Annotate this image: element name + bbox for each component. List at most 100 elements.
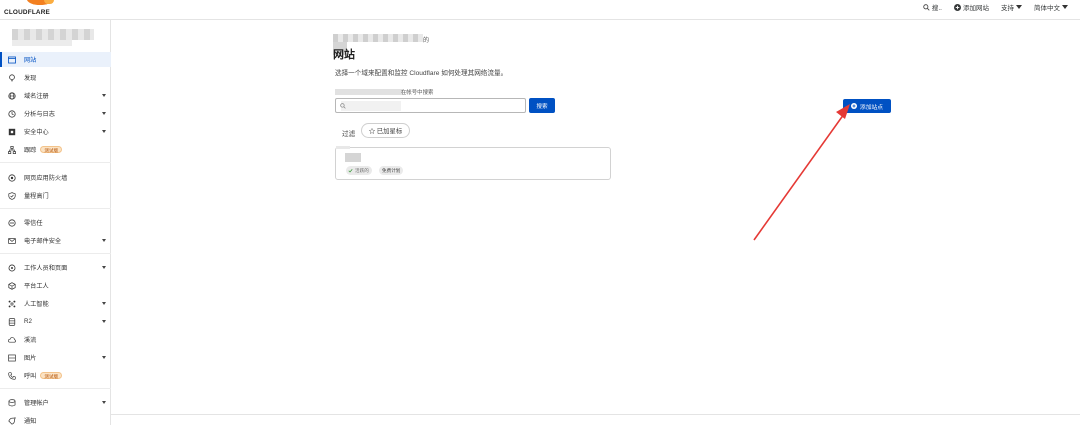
sidebar-item-label: 分析与日志: [24, 111, 55, 118]
check-icon: [348, 169, 353, 173]
chevron-down-icon: [102, 112, 106, 115]
add-site-button[interactable]: 添加站点: [843, 99, 891, 113]
starred-filter-label: 已加星标: [376, 128, 403, 135]
sidebar-item-label: 域名注册: [24, 93, 49, 100]
search-icon: [340, 103, 346, 109]
search-button[interactable]: 搜索: [529, 98, 555, 113]
sidebar-item-label: 发现: [24, 75, 37, 82]
firewall-icon: [8, 173, 16, 182]
logo-wordmark: CLOUDFLARE: [4, 9, 51, 16]
sidebar-item-label: 网页应用防火墙: [24, 175, 68, 182]
support-menu[interactable]: 支持: [1001, 2, 1022, 12]
sidebar-item-waf[interactable]: 网页应用防火墙: [0, 170, 111, 185]
lightbulb-icon: [8, 73, 16, 82]
chevron-down-icon: [102, 302, 106, 305]
search-hint: 在帐号中搜索: [401, 90, 434, 96]
chevron-down-icon: [102, 266, 106, 269]
sidebar-divider: [0, 208, 111, 209]
sidebar-divider: [0, 388, 111, 389]
top-search-label: 搜..: [931, 5, 942, 12]
network-icon: [8, 145, 16, 154]
search-icon: [923, 3, 930, 11]
account-name-redacted[interactable]: [12, 29, 94, 40]
chevron-down-icon: [1016, 5, 1022, 9]
top-actions: 搜.. 添加网站 支持 简体中文: [923, 0, 1080, 14]
sidebar-divider: [0, 162, 111, 163]
sidebar-item-label: 溪流: [24, 337, 37, 344]
site-search-input[interactable]: [335, 98, 526, 113]
add-site-label: 添加站点: [859, 104, 884, 111]
main-content: 的 网站 选择一个域来配置和监控 Cloudflare 如何处理其网络流量。 在…: [111, 20, 1080, 415]
browser-window-icon: [8, 56, 16, 64]
clock-icon: [8, 109, 16, 118]
top-add-site-label: 添加网站: [963, 5, 989, 12]
chevron-down-icon: [102, 401, 106, 404]
footer-divider: [111, 414, 1080, 415]
sidebar-item-label: 图片: [24, 355, 37, 362]
sidebar-item-ai[interactable]: 人工智能: [0, 296, 111, 311]
workers-icon: [8, 264, 16, 272]
sidebar-item-zero-trust[interactable]: 零信任: [0, 215, 111, 230]
top-bar: CLOUDFLARE 搜.. 添加网站 支持 简体中文: [0, 0, 1080, 20]
page-title: 网站: [333, 49, 355, 61]
sidebar-item-label: 网站: [24, 57, 37, 64]
top-add-site-button[interactable]: 添加网站: [954, 2, 989, 12]
support-label: 支持: [1001, 5, 1014, 12]
search-input-redacted: [341, 101, 401, 111]
zero-trust-icon: [8, 218, 16, 227]
sidebar-item-email-security[interactable]: 电子邮件安全: [0, 233, 111, 248]
sidebar-item-label: 管理帐户: [24, 400, 49, 407]
chevron-down-icon: [102, 130, 106, 133]
starred-filter-chip[interactable]: 已加星标: [361, 123, 410, 138]
sidebar-item-label: 电子邮件安全: [24, 238, 62, 245]
beta-badge: 测试版: [40, 146, 63, 153]
sidebar-item-domain-registration[interactable]: 域名注册: [0, 88, 111, 103]
filter-label: 过滤: [342, 131, 356, 138]
language-menu[interactable]: 简体中文: [1034, 2, 1068, 12]
chevron-down-icon: [102, 356, 106, 359]
sidebar-item-websites[interactable]: 网站: [0, 52, 111, 67]
sidebar-item-label: 人工智能: [24, 301, 49, 308]
account-icon: [8, 398, 16, 407]
star-icon: [368, 127, 375, 134]
sidebar-item-calls[interactable]: 呼叫 测试版: [0, 368, 111, 383]
chevron-down-icon: [102, 320, 106, 323]
sidebar-item-trace[interactable]: 跟踪 测试版: [0, 142, 111, 157]
email-icon: [8, 237, 16, 245]
storage-icon: [8, 317, 16, 326]
chevron-down-icon: [1062, 5, 1068, 9]
sidebar-item-r2[interactable]: R2: [0, 314, 111, 329]
plan-badge: 免费计划: [379, 166, 404, 175]
sidebar-item-workers-pages[interactable]: 工作人员和页面: [0, 260, 111, 275]
sidebar-item-label: 安全中心: [24, 129, 49, 136]
title-suffix: 的: [423, 38, 430, 44]
cloud-logo-accent-icon: [44, 0, 54, 4]
sidebar: 网站 发现 域名注册 分析与日志 安全中心 跟踪 测试版 网页应用防火墙 量程高…: [0, 20, 111, 425]
sidebar-item-notifications[interactable]: 通知: [0, 413, 111, 425]
sidebar-item-discover[interactable]: 发现: [0, 70, 111, 85]
sidebar-item-images[interactable]: 图片: [0, 350, 111, 365]
sidebar-item-label: 跟踪: [24, 147, 37, 154]
sidebar-item-analytics-logs[interactable]: 分析与日志: [0, 106, 111, 121]
top-search-button[interactable]: 搜..: [923, 2, 942, 12]
shield-check-icon: [8, 191, 16, 200]
sidebar-item-label: 通知: [24, 418, 37, 425]
plus-circle-icon: [954, 3, 961, 11]
sidebar-item-label: 呼叫: [24, 373, 37, 380]
sidebar-item-manage-account[interactable]: 管理帐户: [0, 395, 111, 410]
site-name-redacted: [345, 153, 361, 162]
phone-icon: [8, 371, 16, 380]
cloudflare-logo[interactable]: CLOUDFLARE: [4, 0, 54, 18]
page-description: 选择一个域来配置和监控 Cloudflare 如何处理其网络流量。: [335, 70, 508, 77]
sidebar-item-platform-workers[interactable]: 平台工人: [0, 278, 111, 293]
ai-icon: [8, 300, 16, 308]
sidebar-item-stream[interactable]: 溪流: [0, 332, 111, 347]
shield-square-icon: [8, 128, 16, 136]
beta-badge: 测试版: [40, 372, 63, 379]
chevron-down-icon: [102, 94, 106, 97]
site-card[interactable]: 活跃的 免费计划: [335, 146, 611, 180]
sidebar-item-range-gateway[interactable]: 量程高门: [0, 188, 111, 203]
sidebar-item-label: 零信任: [24, 220, 43, 227]
sidebar-item-security-center[interactable]: 安全中心: [0, 124, 111, 139]
sidebar-item-label: 量程高门: [24, 193, 49, 200]
